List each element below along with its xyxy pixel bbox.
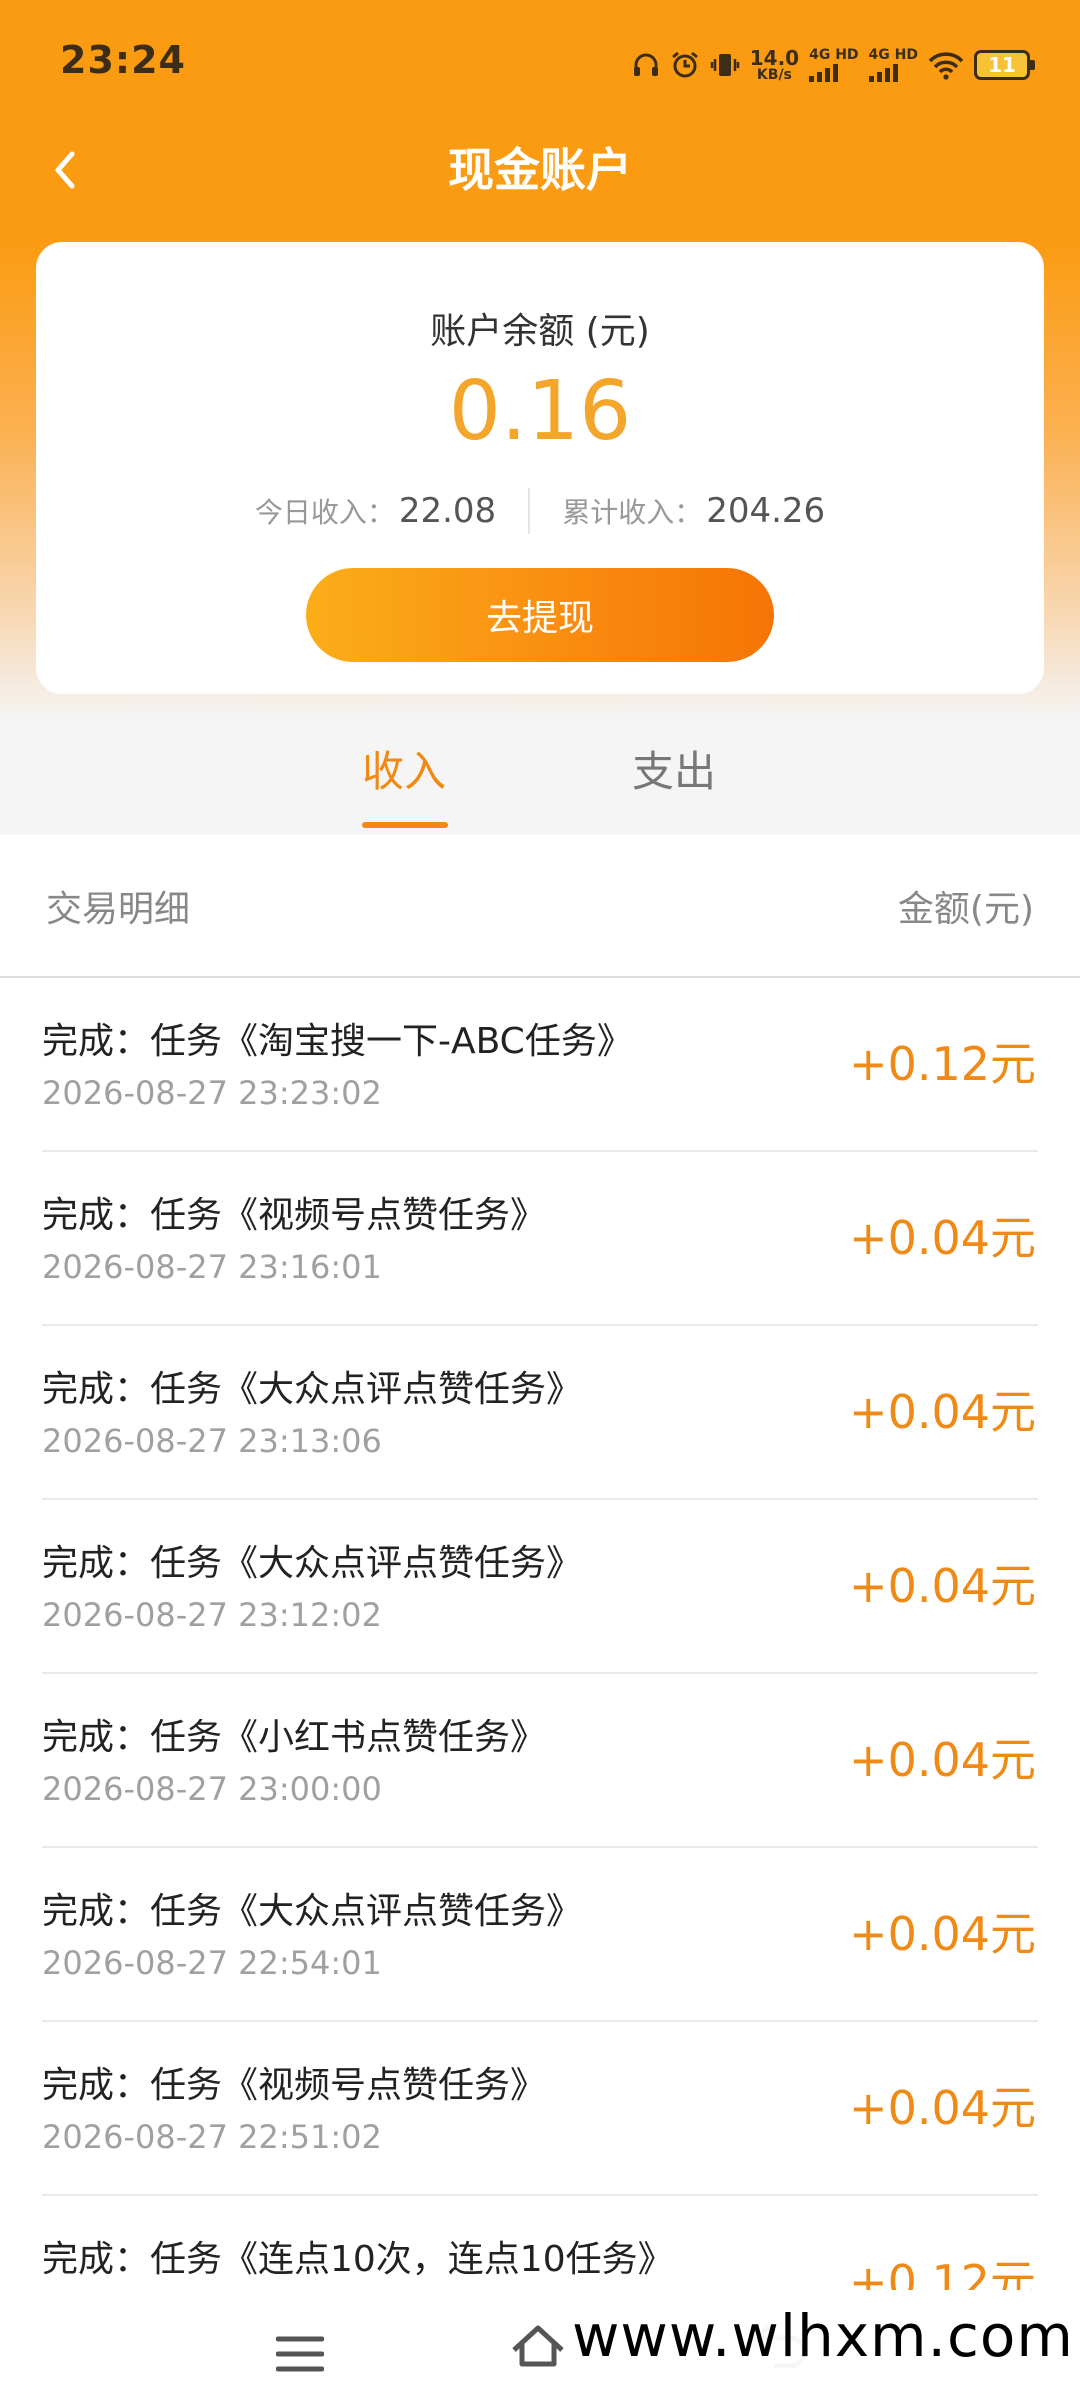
list-item: 完成：任务《大众点评点赞任务》 2026-08-27 22:54:01 +0.0… bbox=[42, 1848, 1038, 2022]
income-stats: 今日收入： 22.08 累计收入： 204.26 bbox=[36, 488, 1044, 534]
list-item-time: 2026-08-27 22:54:01 bbox=[42, 1944, 382, 1982]
total-income-label: 累计收入： bbox=[562, 496, 703, 529]
list-item: 完成：任务《小红书点赞任务》 2026-08-27 23:00:00 +0.04… bbox=[42, 1674, 1038, 1848]
signal-bars-icon bbox=[809, 64, 839, 82]
list-item-time: 2026-08-27 23:23:02 bbox=[42, 1074, 382, 1112]
balance-card: 账户余额 (元) 0.16 今日收入： 22.08 累计收入： 204.26 去… bbox=[36, 242, 1044, 694]
balance-label: 账户余额 (元) bbox=[430, 311, 650, 352]
today-income-label: 今日收入： bbox=[254, 496, 395, 529]
list-item-title: 完成：任务《淘宝搜一下-ABC任务》 bbox=[42, 1021, 633, 1062]
list-header-left: 交易明细 bbox=[46, 889, 191, 930]
signal-bars-icon bbox=[868, 64, 898, 82]
transaction-list[interactable]: 交易明细 金额(元) 完成：任务《淘宝搜一下-ABC任务》 2026-08-27… bbox=[0, 836, 1080, 2306]
list-item: 完成：任务《视频号点赞任务》 2026-08-27 22:51:02 +0.04… bbox=[42, 2022, 1038, 2196]
list-item-title: 完成：任务《小红书点赞任务》 bbox=[42, 1717, 547, 1758]
today-income-value: 22.08 bbox=[398, 491, 497, 531]
list-header-right: 金额(元) bbox=[897, 889, 1034, 930]
sim2-signal: 4G HD bbox=[868, 47, 918, 82]
page-title: 现金账户 bbox=[448, 143, 632, 197]
stats-divider bbox=[528, 488, 531, 534]
watermark: www.wlhxm.com bbox=[566, 2298, 1080, 2374]
tab-expense[interactable]: 支出 bbox=[632, 740, 716, 804]
list-item-title: 完成：任务《大众点评点赞任务》 bbox=[42, 1369, 583, 1410]
list-item-time: 2026-08-27 23:00:00 bbox=[42, 1770, 382, 1808]
list-item-amount: +0.04元 bbox=[849, 1385, 1036, 1439]
network-speed-unit: KB/s bbox=[756, 67, 792, 83]
sim2-label: 4G HD bbox=[868, 47, 918, 63]
sim1-signal: 4G HD bbox=[809, 47, 859, 82]
tab-income[interactable]: 收入 bbox=[362, 740, 446, 804]
list-item-time: 2026-08-27 23:13:06 bbox=[42, 1422, 382, 1460]
total-income-value: 204.26 bbox=[706, 491, 826, 531]
list-item-title: 完成：任务《连点10次，连点10任务》 bbox=[42, 2239, 674, 2280]
list-item-amount: +0.04元 bbox=[849, 1559, 1036, 1613]
list-item: 完成：任务《大众点评点赞任务》 2026-08-27 23:12:02 +0.0… bbox=[42, 1500, 1038, 1674]
list-item-amount: +0.12元 bbox=[849, 1037, 1036, 1091]
list-item-amount: +0.04元 bbox=[849, 1211, 1036, 1265]
network-speed: 14.0 KB/s bbox=[750, 48, 799, 82]
page: 23:24 14.0 KB/s 4G HD 4G HD 11 现金账户 账户余额… bbox=[0, 0, 1080, 2408]
tab-bar: 收入 支出 bbox=[0, 740, 1080, 836]
list-item-title: 完成：任务《大众点评点赞任务》 bbox=[42, 1543, 583, 1584]
list-item-time: 2026-08-27 23:16:01 bbox=[42, 1248, 382, 1286]
list-item-amount: +0.04元 bbox=[849, 2081, 1036, 2135]
list-item-amount: +0.04元 bbox=[849, 1733, 1036, 1787]
list-item-title: 完成：任务《视频号点赞任务》 bbox=[42, 2065, 547, 2106]
home-icon[interactable] bbox=[508, 2320, 568, 2368]
list-header: 交易明细 金额(元) bbox=[0, 836, 1080, 978]
list-item: 完成：任务《大众点评点赞任务》 2026-08-27 23:13:06 +0.0… bbox=[42, 1326, 1038, 1500]
headphones-icon bbox=[632, 51, 660, 79]
alarm-icon bbox=[670, 50, 700, 80]
list-item-amount: +0.04元 bbox=[849, 1907, 1036, 1961]
sim1-label: 4G HD bbox=[809, 47, 859, 63]
menu-icon[interactable] bbox=[275, 2334, 325, 2374]
balance-amount: 0.16 bbox=[448, 364, 632, 459]
withdraw-button[interactable]: 去提现 bbox=[306, 568, 774, 662]
list-item-title: 完成：任务《大众点评点赞任务》 bbox=[42, 1891, 583, 1932]
network-speed-value: 14.0 bbox=[749, 46, 800, 70]
list-item-title: 完成：任务《视频号点赞任务》 bbox=[42, 1195, 547, 1236]
list-item-time: 2026-08-27 22:51:02 bbox=[42, 2118, 382, 2156]
status-time: 23:24 bbox=[60, 38, 186, 82]
active-tab-indicator bbox=[362, 822, 448, 828]
status-icons: 14.0 KB/s 4G HD 4G HD 11 bbox=[632, 40, 1035, 90]
battery-level: 11 bbox=[988, 53, 1016, 77]
list-item: 完成：任务《视频号点赞任务》 2026-08-27 23:16:01 +0.04… bbox=[42, 1152, 1038, 1326]
battery-icon: 11 bbox=[974, 50, 1035, 80]
list-item-time: 2026-08-27 23:12:02 bbox=[42, 1596, 382, 1634]
list-item: 完成：任务《淘宝搜一下-ABC任务》 2026-08-27 23:23:02 +… bbox=[42, 978, 1038, 1152]
vibrate-icon bbox=[710, 50, 740, 80]
status-bar: 23:24 14.0 KB/s 4G HD 4G HD 11 bbox=[0, 0, 1080, 130]
wifi-icon bbox=[928, 50, 964, 80]
